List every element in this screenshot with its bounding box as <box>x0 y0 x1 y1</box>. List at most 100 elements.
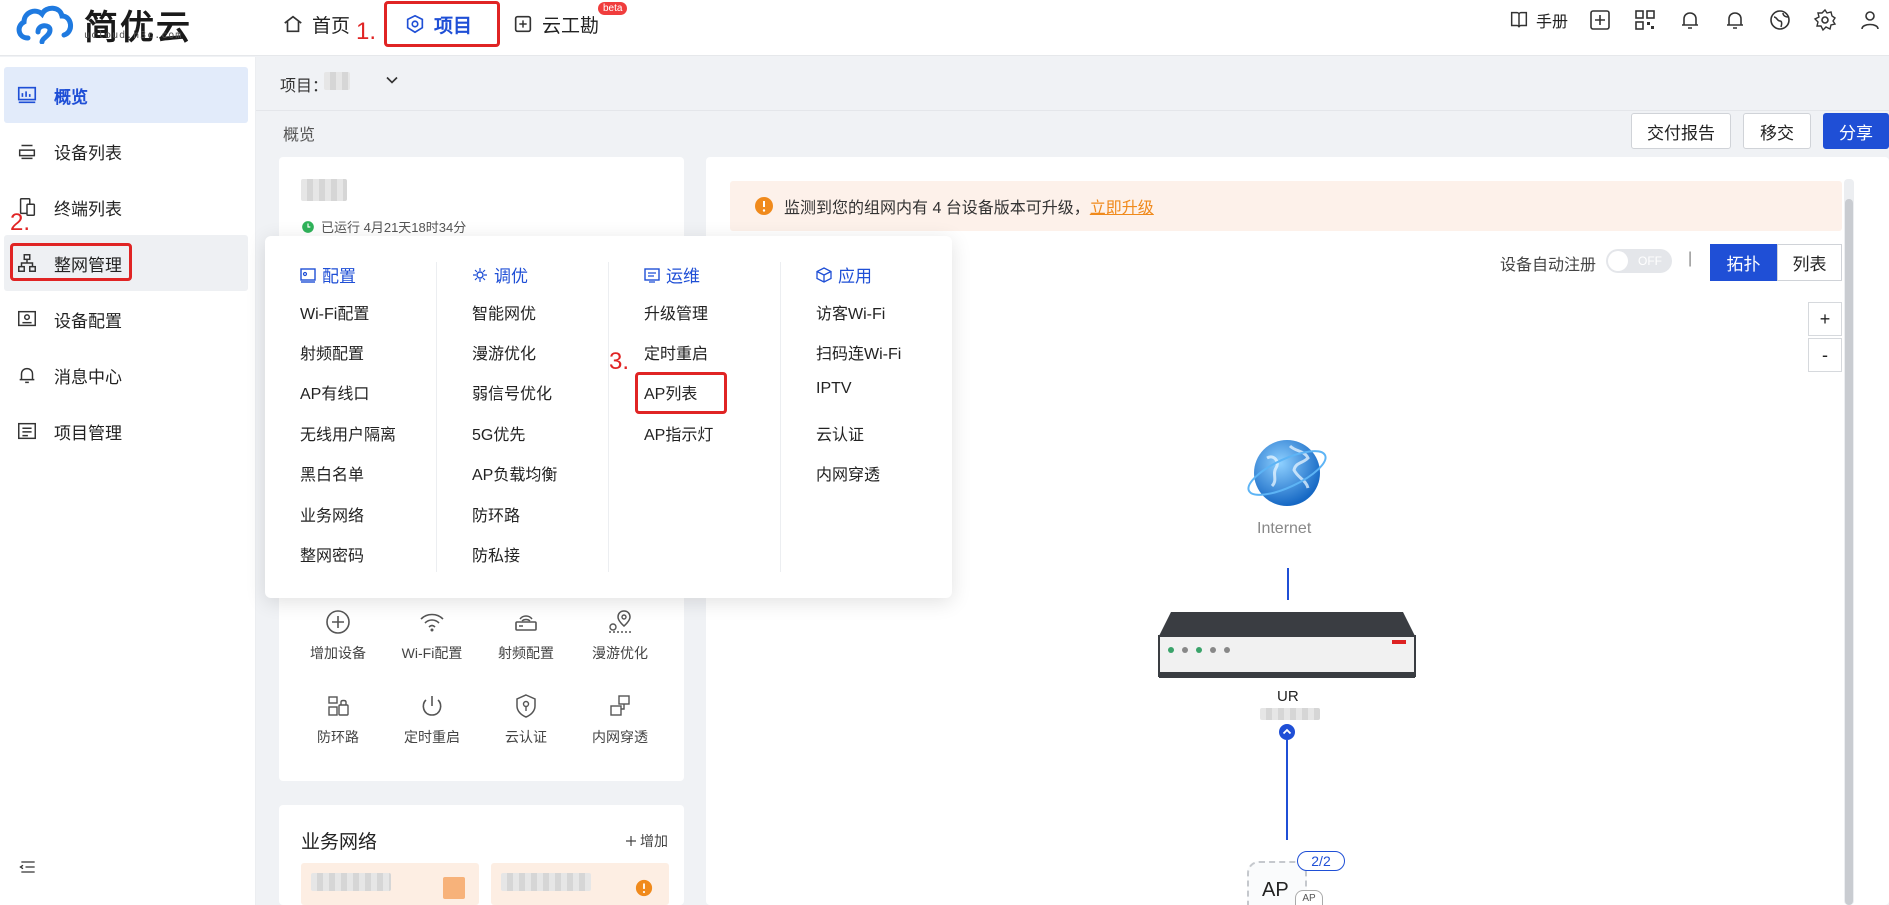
router-icon <box>515 615 537 631</box>
quick-action-tunnel[interactable]: 内网穿透 <box>575 691 665 747</box>
menu-column-ops: 运维 <box>644 262 700 287</box>
menu-column-title: 配置 <box>322 267 356 286</box>
network-management-menu: 配置 Wi-Fi配置 射频配置 AP有线口 无线用户隔离 黑白名单 业务网络 整… <box>265 236 952 598</box>
router-device-icon[interactable] <box>1157 610 1417 680</box>
menu-item-upgrade[interactable]: 升级管理 <box>644 300 708 324</box>
sidebar-item-device-config[interactable]: 设备配置 <box>4 291 248 347</box>
running-status: 已运行 4月21天18时34分 <box>301 217 466 236</box>
auto-register-toggle[interactable]: OFF <box>1606 249 1672 273</box>
menu-divider <box>780 262 781 572</box>
menu-item-network-password[interactable]: 整网密码 <box>300 542 364 566</box>
project-icon <box>406 14 424 34</box>
ap-small-badge: AP <box>1295 890 1323 905</box>
menu-item-iptv[interactable]: IPTV <box>816 380 852 398</box>
transfer-button[interactable]: 移交 <box>1743 113 1811 149</box>
nav-cloud-survey[interactable]: 云工勘 <box>512 4 599 44</box>
add-label: 增加 <box>640 833 668 849</box>
user-avatar-icon[interactable] <box>1857 7 1883 33</box>
cloud-logo-icon <box>16 5 73 44</box>
menu-item-ap-list[interactable]: AP列表 <box>644 380 697 404</box>
shield-icon <box>516 694 536 718</box>
chevron-down-icon[interactable] <box>382 70 402 90</box>
zoom-in-button[interactable]: + <box>1808 302 1842 336</box>
collapse-menu-icon[interactable] <box>18 857 38 877</box>
menu-item-business-network[interactable]: 业务网络 <box>300 502 364 526</box>
notification-icon[interactable] <box>1722 7 1748 33</box>
quick-action-radio[interactable]: 射频配置 <box>481 607 571 663</box>
quick-action-cloud-auth[interactable]: 云认证 <box>481 691 571 747</box>
business-network-title: 业务网络 <box>301 832 378 853</box>
sidebar-item-devices[interactable]: 设备列表 <box>4 123 248 179</box>
menu-item-radio-config[interactable]: 射频配置 <box>300 340 364 364</box>
quick-action-roaming[interactable]: 漫游优化 <box>575 607 665 663</box>
menu-item-tunnel[interactable]: 内网穿透 <box>816 461 880 485</box>
quick-action-reboot[interactable]: 定时重启 <box>387 691 477 747</box>
menu-item-guest-wifi[interactable]: 访客Wi-Fi <box>816 300 885 324</box>
sidebar-item-messages[interactable]: 消息中心 <box>4 347 248 403</box>
menu-item-scheduled-reboot[interactable]: 定时重启 <box>644 340 708 364</box>
quick-action-wifi[interactable]: Wi-Fi配置 <box>387 607 477 663</box>
tab-list[interactable]: 列表 <box>1777 244 1842 281</box>
quick-action-anti-loop[interactable]: 防环路 <box>293 691 383 747</box>
globe-icon[interactable] <box>1767 7 1793 33</box>
sidebar-item-terminals[interactable]: 终端列表 <box>4 179 248 235</box>
add-icon[interactable] <box>1587 7 1613 33</box>
share-button[interactable]: 分享 <box>1823 113 1889 149</box>
nav-project[interactable]: 项目 <box>404 4 472 44</box>
home-icon <box>284 15 302 33</box>
dashboard-icon <box>17 86 37 104</box>
nav-home[interactable]: 首页 <box>282 4 350 44</box>
menu-item-black-white-list[interactable]: 黑白名单 <box>300 461 364 485</box>
bell-icon[interactable] <box>1677 7 1703 33</box>
scrollbar[interactable] <box>1844 179 1854 905</box>
settings-gear-icon[interactable] <box>1812 7 1838 33</box>
menu-item-wireless-isolation[interactable]: 无线用户隔离 <box>300 421 396 445</box>
quick-action-add-device[interactable]: 增加设备 <box>293 607 383 663</box>
menu-column-config: 配置 <box>300 262 356 287</box>
plus-circle-icon <box>326 610 350 634</box>
network-tile[interactable] <box>301 863 479 905</box>
chevron-up-icon[interactable] <box>1279 724 1295 740</box>
menu-item-ap-load-balance[interactable]: AP负载均衡 <box>472 461 557 485</box>
menu-item-roaming-optimize[interactable]: 漫游优化 <box>472 340 536 364</box>
sidebar-item-projects[interactable]: 项目管理 <box>4 403 248 459</box>
device-list-icon <box>18 144 36 160</box>
tab-topology[interactable]: 拓扑 <box>1710 244 1777 281</box>
warning-icon <box>635 879 653 897</box>
internet-globe-icon[interactable] <box>1242 428 1332 518</box>
menu-item-anti-loop[interactable]: 防环路 <box>472 502 520 526</box>
menu-item-smart-optimize[interactable]: 智能网优 <box>472 300 536 324</box>
tuning-icon <box>473 267 487 282</box>
upgrade-now-link[interactable]: 立即升级 <box>1090 194 1154 218</box>
location-icon <box>609 610 631 633</box>
ops-icon <box>644 267 660 283</box>
menu-item-5g-priority[interactable]: 5G优先 <box>472 421 525 445</box>
menu-item-wifi-config[interactable]: Wi-Fi配置 <box>300 300 369 324</box>
nav-project-label: 项目 <box>434 15 473 37</box>
sidebar: 概览 设备列表 终端列表 2. 整网管理 设备配置 消息中心 项目管理 <box>0 57 256 905</box>
zoom-out-button[interactable]: - <box>1808 338 1842 372</box>
delivery-report-button[interactable]: 交付报告 <box>1631 113 1731 149</box>
menu-divider <box>608 262 609 572</box>
menu-item-anti-private[interactable]: 防私接 <box>472 542 520 566</box>
menu-item-weak-signal[interactable]: 弱信号优化 <box>472 380 552 404</box>
quick-action-label: 云认证 <box>505 729 547 745</box>
qrcode-icon[interactable] <box>1632 7 1658 33</box>
project-selector[interactable]: 项目： <box>280 60 1889 120</box>
config-icon <box>18 310 36 327</box>
config-icon <box>300 267 316 283</box>
menu-item-ap-wired-port[interactable]: AP有线口 <box>300 380 369 404</box>
menu-column-head: 配置 <box>300 262 356 287</box>
menu-item-ap-led[interactable]: AP指示灯 <box>644 421 713 445</box>
sidebar-item-overview[interactable]: 概览 <box>4 67 248 123</box>
breadcrumb: 概览 <box>283 127 316 144</box>
warning-icon <box>755 197 773 215</box>
network-tile[interactable] <box>491 863 669 905</box>
manual-link[interactable]: 手册 <box>1508 8 1568 32</box>
clock-icon <box>302 220 314 233</box>
network-icon <box>610 695 630 716</box>
scrollbar-thumb[interactable] <box>1845 199 1853 905</box>
add-business-network-button[interactable]: 增加 <box>625 831 668 851</box>
menu-item-qr-wifi[interactable]: 扫码连Wi-Fi <box>816 340 901 364</box>
menu-item-cloud-auth[interactable]: 云认证 <box>816 421 864 445</box>
